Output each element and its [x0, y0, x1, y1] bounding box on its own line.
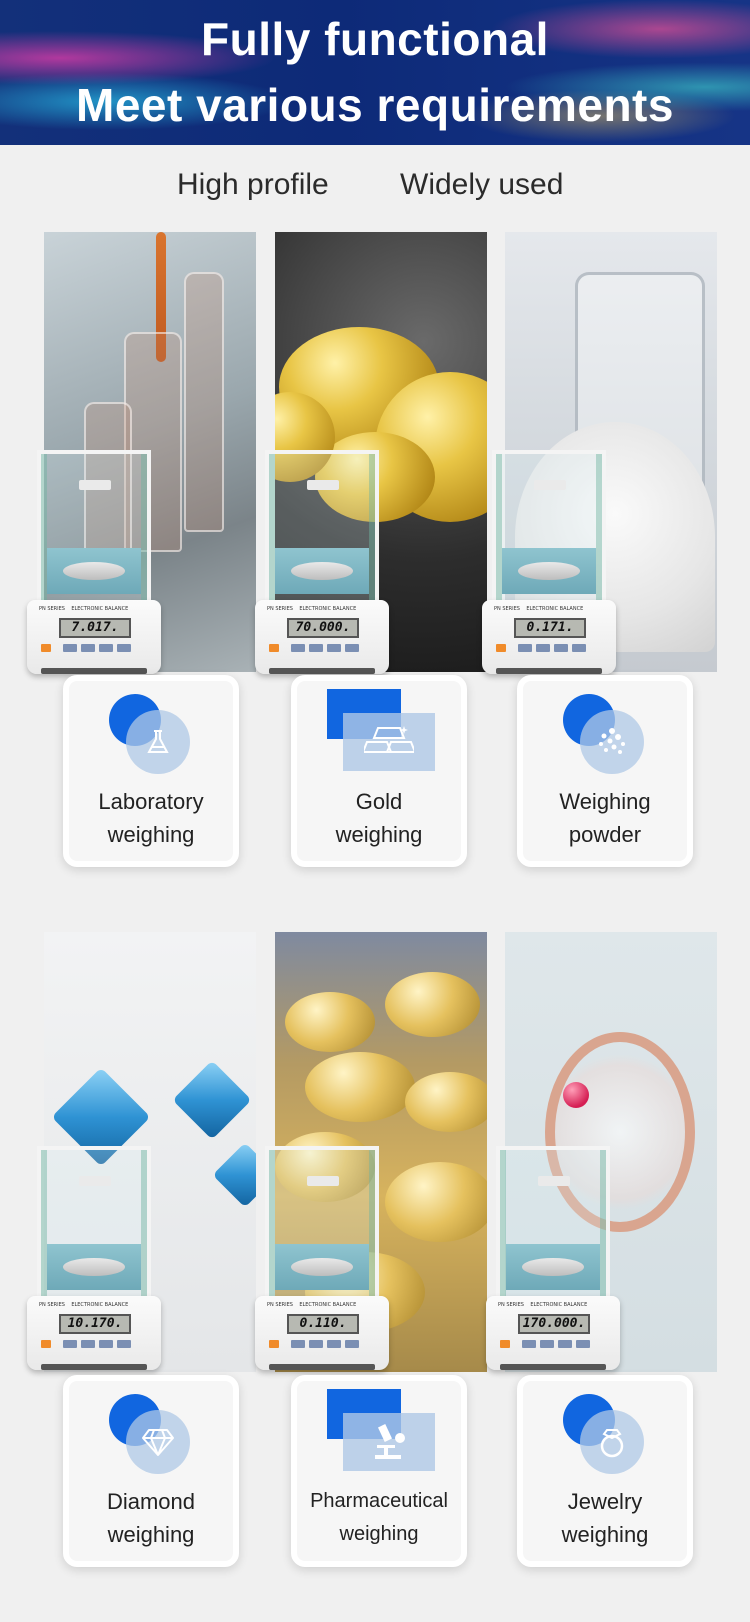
card-label-line2: weighing [335, 822, 423, 847]
card-diamond-weighing: Diamond weighing [63, 1375, 239, 1567]
balance-gold: PN SERIES ELECTRONIC BALANCE 70.000. [255, 450, 389, 682]
balance-display: 10.170. [59, 1314, 131, 1334]
card-gold-weighing: Gold weighing [291, 675, 467, 867]
card-label-line2: weighing [561, 1522, 649, 1547]
subheading-high-profile: High profile [177, 168, 329, 201]
banner-title-line1: Fully functional [201, 13, 549, 65]
card-label-line1: Gold [355, 789, 403, 814]
card-label-line2: weighing [107, 822, 195, 847]
balance-powder: PN SERIES ELECTRONIC BALANCE 0.171. [482, 450, 616, 682]
balance-display: 170.000. [518, 1314, 590, 1334]
microscope-icon [343, 1413, 435, 1471]
powder-icon [580, 710, 644, 774]
card-weighing-powder: Weighing powder [517, 675, 693, 867]
card-label-line1: Jewelry [567, 1489, 643, 1514]
balance-diamond: PN SERIES ELECTRONIC BALANCE 10.170. [27, 1146, 161, 1378]
card-label-line1: Pharmaceutical [310, 1490, 448, 1512]
card-label-line1: Weighing [559, 789, 651, 814]
banner-title-line2: Meet various requirements [76, 79, 674, 131]
card-label-line2: powder [568, 822, 642, 847]
card-label-line1: Diamond [106, 1489, 196, 1514]
subheading-widely-used: Widely used [400, 168, 564, 201]
gold-bars-icon [343, 713, 435, 771]
ring-icon [580, 1410, 644, 1474]
diamond-icon [126, 1410, 190, 1474]
card-laboratory-weighing: Laboratory weighing [63, 675, 239, 867]
balance-display: 70.000. [287, 618, 359, 638]
card-label-line1: Laboratory [98, 789, 204, 814]
card-jewelry-weighing: Jewelry weighing [517, 1375, 693, 1567]
card-pharmaceutical-weighing: Pharmaceutical weighing [291, 1375, 467, 1567]
balance-display: 0.110. [287, 1314, 359, 1334]
balance-jewelry: PN SERIES ELECTRONIC BALANCE 170.000. [486, 1146, 620, 1378]
balance-laboratory: PN SERIES ELECTRONIC BALANCE 7.017. [27, 450, 161, 682]
header-banner: Fully functional Meet various requiremen… [0, 0, 750, 145]
card-label-line2: weighing [107, 1522, 195, 1547]
flask-icon [126, 710, 190, 774]
balance-pharmaceutical: PN SERIES ELECTRONIC BALANCE 0.110. [255, 1146, 389, 1378]
balance-display: 0.171. [514, 618, 586, 638]
card-label-line2: weighing [339, 1523, 419, 1545]
balance-display: 7.017. [59, 618, 131, 638]
